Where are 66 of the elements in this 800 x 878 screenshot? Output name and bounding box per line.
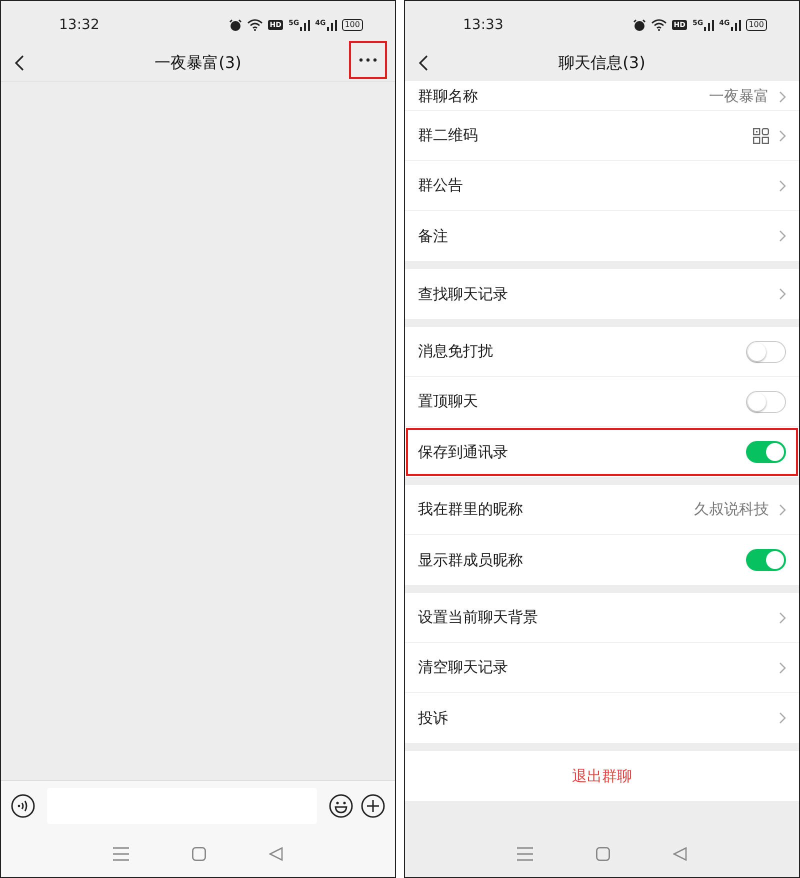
row-label: 清空聊天记录 bbox=[418, 658, 508, 677]
exit-group-button[interactable]: 退出群聊 bbox=[405, 751, 799, 801]
alarm-icon bbox=[228, 18, 242, 32]
battery-indicator: 100 bbox=[746, 19, 767, 31]
more-icon bbox=[359, 58, 377, 62]
row-label: 群二维码 bbox=[418, 126, 478, 145]
emoji-icon[interactable] bbox=[329, 794, 353, 818]
alarm-icon bbox=[632, 18, 646, 32]
chevron-right-icon bbox=[779, 230, 786, 242]
row-label: 备注 bbox=[418, 226, 448, 246]
screen-title: 聊天信息(3) bbox=[558, 52, 646, 74]
chevron-right-icon bbox=[779, 712, 786, 724]
settings-row[interactable]: 消息免打扰 bbox=[405, 327, 799, 377]
chevron-right-icon bbox=[779, 612, 786, 624]
chevron-right-icon bbox=[779, 130, 786, 142]
settings-row[interactable]: 我在群里的昵称 久叔说科技 bbox=[405, 485, 799, 535]
chevron-right-icon bbox=[779, 288, 786, 300]
row-label: 消息免打扰 bbox=[418, 342, 493, 361]
row-value: 一夜暴富 bbox=[709, 87, 769, 106]
voice-icon[interactable] bbox=[11, 794, 35, 818]
settings-row[interactable]: 清空聊天记录 bbox=[405, 643, 799, 693]
qr-code-icon bbox=[753, 128, 769, 144]
settings-row[interactable]: 群公告 bbox=[405, 161, 799, 211]
chevron-right-icon bbox=[779, 662, 786, 674]
row-label: 显示群成员昵称 bbox=[418, 550, 523, 570]
home-icon[interactable] bbox=[596, 847, 610, 861]
row-label: 设置当前聊天背景 bbox=[418, 608, 538, 627]
battery-indicator: 100 bbox=[342, 19, 363, 31]
row-label: 群公告 bbox=[418, 176, 463, 195]
settings-row[interactable]: 查找聊天记录 bbox=[405, 269, 799, 319]
chevron-right-icon bbox=[779, 504, 786, 516]
row-label: 群聊名称 bbox=[418, 87, 478, 106]
back-triangle-icon[interactable] bbox=[673, 847, 688, 861]
settings-row[interactable]: 置顶聊天 bbox=[405, 377, 799, 427]
row-label: 投诉 bbox=[418, 708, 448, 728]
settings-row[interactable]: 投诉 bbox=[405, 693, 799, 743]
back-icon[interactable] bbox=[418, 55, 428, 71]
toggle-switch[interactable] bbox=[746, 340, 786, 362]
status-time: 13:33 bbox=[463, 17, 504, 33]
toggle-switch[interactable] bbox=[746, 390, 786, 412]
toggle-switch[interactable] bbox=[746, 549, 786, 571]
home-icon[interactable] bbox=[192, 847, 206, 861]
back-triangle-icon[interactable] bbox=[269, 847, 284, 861]
settings-row[interactable]: 备注 bbox=[405, 211, 799, 261]
chevron-right-icon bbox=[779, 90, 786, 102]
row-value: 久叔说科技 bbox=[694, 500, 769, 519]
plus-icon[interactable] bbox=[361, 794, 385, 818]
settings-row[interactable]: 设置当前聊天背景 bbox=[405, 593, 799, 643]
back-icon[interactable] bbox=[14, 55, 24, 71]
settings-row[interactable]: 显示群成员昵称 bbox=[405, 535, 799, 585]
more-button[interactable] bbox=[349, 41, 387, 79]
settings-row[interactable]: 保存到通讯录 bbox=[405, 427, 799, 477]
wifi-icon bbox=[246, 19, 263, 31]
menu-icon[interactable] bbox=[112, 847, 129, 861]
row-label: 置顶聊天 bbox=[418, 392, 478, 411]
row-label: 查找聊天记录 bbox=[418, 284, 508, 304]
chevron-right-icon bbox=[779, 180, 786, 192]
menu-icon[interactable] bbox=[516, 847, 533, 861]
row-label: 我在群里的昵称 bbox=[418, 500, 523, 519]
row-label: 保存到通讯录 bbox=[418, 442, 508, 462]
settings-row[interactable]: 群聊名称 一夜暴富 bbox=[405, 81, 799, 111]
settings-row[interactable]: 群二维码 bbox=[405, 111, 799, 161]
chat-title: 一夜暴富(3) bbox=[154, 52, 242, 74]
wifi-icon bbox=[650, 19, 667, 31]
status-time: 13:32 bbox=[59, 17, 100, 33]
toggle-switch[interactable] bbox=[746, 441, 786, 463]
